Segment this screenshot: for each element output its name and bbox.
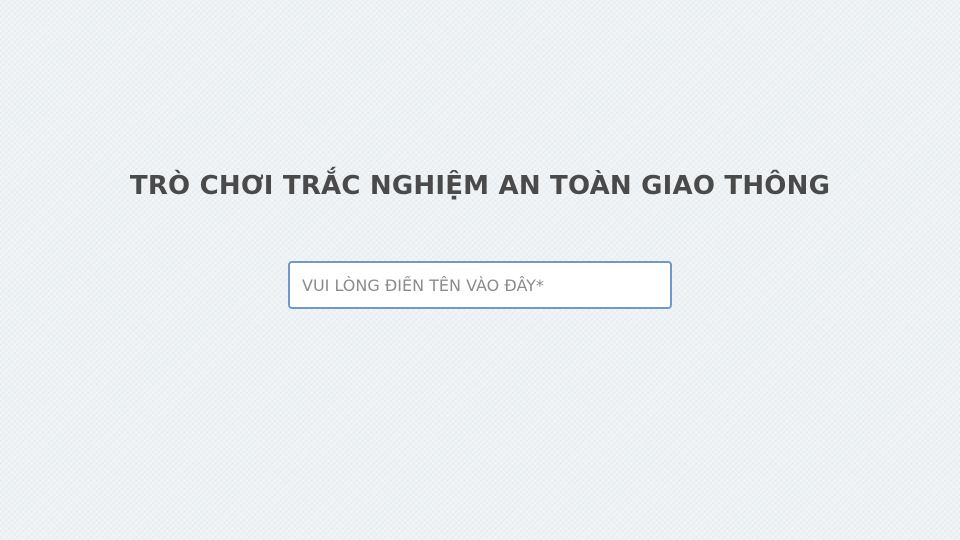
player-name-input[interactable] bbox=[288, 261, 672, 309]
page-title: TRÒ CHƠI TRẮC NGHIỆM AN TOÀN GIAO THÔNG bbox=[129, 171, 831, 201]
name-entry-screen: TRÒ CHƠI TRẮC NGHIỆM AN TOÀN GIAO THÔNG bbox=[0, 0, 960, 540]
